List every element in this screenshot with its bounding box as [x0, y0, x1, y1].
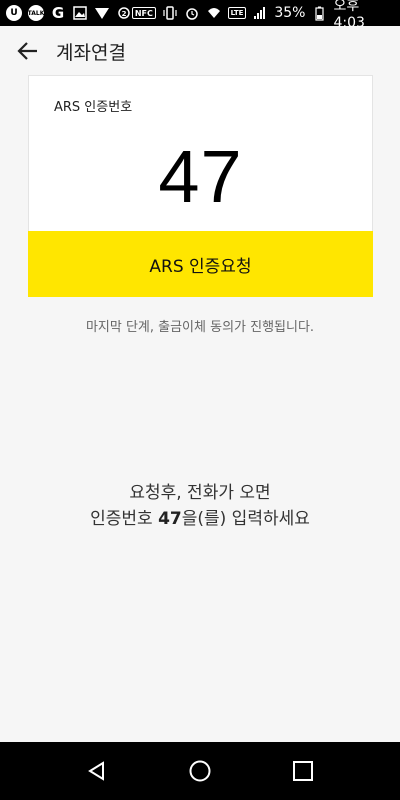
nav-back-button[interactable]	[72, 746, 122, 796]
circle-home-icon	[189, 760, 211, 782]
battery-percentage: 35%	[274, 5, 306, 21]
vpn-icon	[94, 5, 110, 21]
nav-recents-button[interactable]	[278, 746, 328, 796]
instructions-line2: 인증번호 47을(를) 입력하세요	[0, 506, 400, 532]
nfc-icon: NFC	[132, 7, 156, 19]
svg-text:2: 2	[122, 10, 127, 18]
ars-code-value: 47	[158, 135, 243, 218]
notice-text: 마지막 단계, 출금이체 동의가 진행됩니다.	[85, 320, 315, 335]
ars-request-button[interactable]: ARS 인증요청	[28, 231, 373, 297]
vibrate-icon	[162, 5, 178, 21]
status-bar-left: U TALK G 2	[6, 4, 132, 22]
page-title: 계좌연결	[56, 41, 126, 64]
app-bar: 계좌연결	[0, 26, 400, 76]
g-icon: G	[51, 4, 65, 22]
back-button[interactable]	[0, 26, 56, 76]
square-recents-icon	[293, 761, 314, 781]
ars-code-label: ARS 인증번호	[54, 100, 133, 115]
alarm-icon	[184, 5, 200, 21]
wifi-icon	[206, 5, 222, 21]
navigation-bar	[0, 742, 400, 800]
instructions-prefix: 인증번호	[90, 509, 159, 529]
instructions-line1: 요청후, 전화가 오면	[129, 483, 271, 503]
triangle-back-icon	[87, 761, 104, 781]
instructions: 요청후, 전화가 오면 인증번호 47을(를) 입력하세요	[0, 480, 400, 532]
lte-icon: LTE	[227, 7, 247, 19]
instructions-code: 47	[158, 509, 182, 529]
status-bar: U TALK G 2 NFC LTE 35% 오후 4:03	[0, 0, 400, 31]
nav-home-button[interactable]	[175, 746, 225, 796]
battery-icon	[311, 5, 327, 21]
instructions-suffix: 을(를) 입력하세요	[181, 509, 310, 529]
arrow-left-icon	[17, 42, 37, 60]
upluss-icon: U	[6, 5, 22, 21]
ars-code-card: ARS 인증번호 47 ARS 인증요청	[28, 75, 373, 297]
sync-icon: 2	[116, 5, 132, 21]
kakaotalk-icon: TALK	[28, 5, 44, 21]
signal-icon	[252, 5, 268, 21]
gallery-icon	[72, 5, 88, 21]
